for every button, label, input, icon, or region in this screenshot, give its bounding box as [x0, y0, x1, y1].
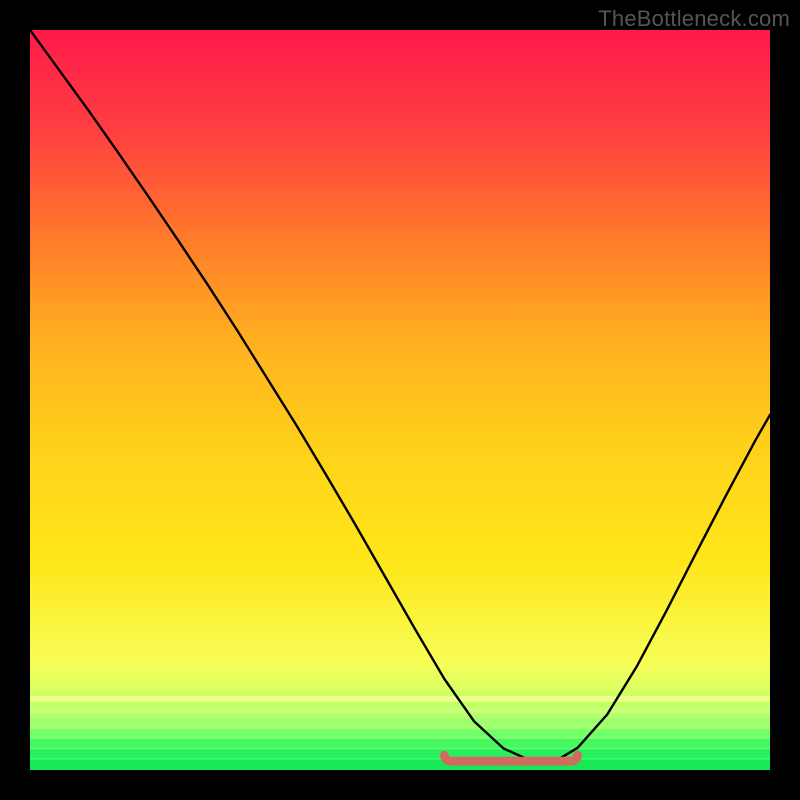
plot-area — [30, 30, 770, 770]
watermark-text: TheBottleneck.com — [598, 6, 790, 32]
chart-background — [30, 30, 770, 770]
chart-frame: TheBottleneck.com — [0, 0, 800, 800]
chart-svg — [30, 30, 770, 770]
